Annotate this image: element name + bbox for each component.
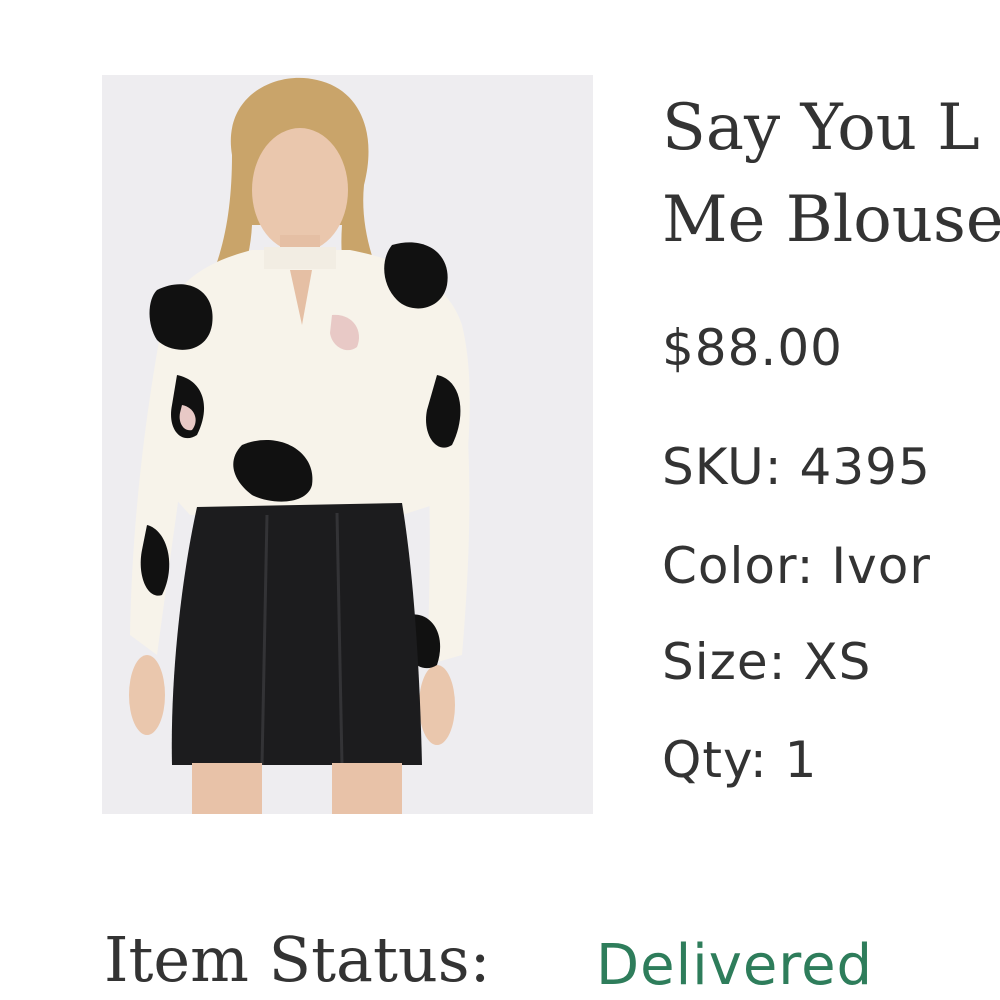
product-price: $88.00 xyxy=(662,319,843,377)
sku-label: SKU: xyxy=(662,438,783,496)
product-sku: SKU: 4395 xyxy=(662,437,931,497)
product-title: Say You L Me Blouse xyxy=(662,82,1000,266)
color-label: Color: xyxy=(662,537,815,595)
qty-value: 1 xyxy=(784,731,818,789)
product-image xyxy=(102,75,593,814)
product-title-line-1: Say You L xyxy=(662,91,980,165)
sku-value: 4395 xyxy=(799,438,931,496)
product-size: Size: XS xyxy=(662,632,871,692)
order-item-page: Say You L Me Blouse $88.00 SKU: 4395 Col… xyxy=(0,0,1000,1000)
qty-label: Qty: xyxy=(662,731,768,789)
product-color: Color: Ivor xyxy=(662,536,931,596)
product-title-line-2: Me Blouse xyxy=(662,183,1000,257)
product-photo-illustration xyxy=(102,75,593,814)
item-status-label: Item Status: xyxy=(104,923,491,996)
size-value: XS xyxy=(803,633,872,691)
color-value: Ivor xyxy=(831,537,931,595)
size-label: Size: xyxy=(662,633,787,691)
item-status-value: Delivered xyxy=(596,933,874,998)
product-quantity: Qty: 1 xyxy=(662,730,817,790)
